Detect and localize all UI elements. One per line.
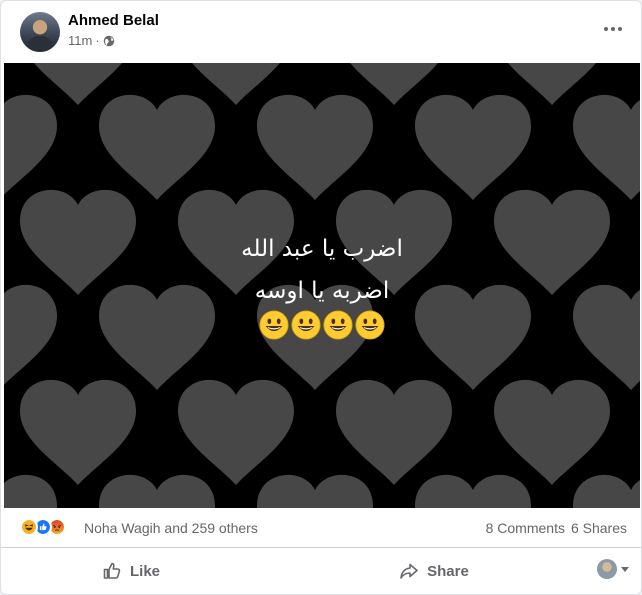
engagement-counts: 8 Comments 6 Shares: [486, 520, 627, 536]
more-horizontal-icon: [604, 27, 608, 31]
post-header: Ahmed Belal 11m ·: [1, 1, 641, 63]
like-label: Like: [129, 562, 160, 580]
post-text-line-1: اضرب يا عبد الله: [241, 236, 403, 262]
profile-avatar: [597, 559, 617, 579]
post-text: اضرب يا عبد الله اضربه يا اوسه: [4, 228, 640, 312]
share-arrow-icon: [400, 563, 418, 579]
comment-as-selector[interactable]: [597, 559, 629, 579]
more-dot: [611, 27, 615, 31]
reactions-summary: Noha Wagih and 259 others 8 Comments 6 S…: [1, 508, 641, 548]
post-card: Ahmed Belal 11m · اضرب يا عبد الله اضربه…: [0, 0, 642, 595]
author-name[interactable]: Ahmed Belal: [68, 12, 159, 29]
comments-count[interactable]: 8 Comments: [486, 520, 565, 536]
grinning-face-icon: [323, 310, 353, 340]
meta-separator: ·: [95, 33, 100, 48]
thumbs-up-icon: [103, 562, 121, 579]
reaction-names[interactable]: Noha Wagih and 259 others: [84, 520, 258, 536]
grinning-face-icon: [355, 310, 385, 340]
post-image[interactable]: اضرب يا عبد الله اضربه يا اوسه: [4, 63, 640, 508]
post-timestamp[interactable]: 11m: [68, 33, 92, 48]
like-button[interactable]: Like: [31, 553, 231, 589]
more-dot: [618, 27, 622, 31]
shares-count[interactable]: 6 Shares: [571, 520, 627, 536]
reactions-inner: Noha Wagih and 259 others 8 Comments 6 S…: [18, 508, 627, 547]
author-avatar[interactable]: [20, 12, 60, 52]
share-button[interactable]: Share: [334, 553, 534, 589]
globe-icon[interactable]: [103, 35, 115, 47]
post-text-line-2: اضربه يا اوسه: [254, 278, 390, 304]
caret-down-icon: [621, 566, 629, 572]
post-actions: Like Share: [1, 549, 641, 593]
share-label: Share: [427, 562, 469, 580]
more-options-button[interactable]: [599, 15, 627, 43]
post-meta: 11m ·: [68, 33, 115, 48]
grinning-face-icon: [259, 310, 289, 340]
reaction-icons[interactable]: [20, 518, 80, 536]
haha-reaction-icon: [20, 518, 38, 536]
grinning-face-icon: [291, 310, 321, 340]
emoji-row: [4, 310, 640, 350]
